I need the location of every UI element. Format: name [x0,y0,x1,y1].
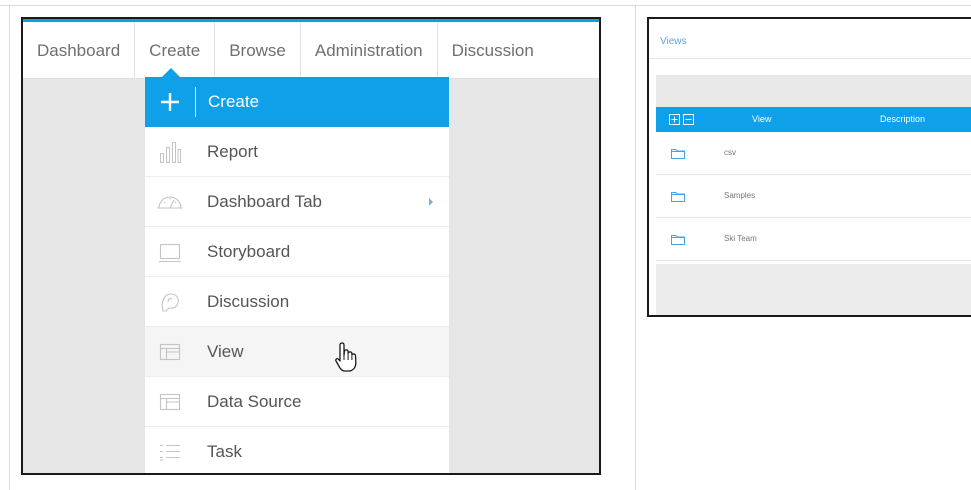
menu-item-discussion[interactable]: Discussion [145,277,449,327]
frame-top-border [0,5,971,6]
nav-create-pointer [162,68,180,77]
toolbar-band [656,75,971,107]
column-header-description[interactable]: Description [880,114,925,124]
views-table: View Description csv Samples Ski Team [656,107,971,261]
header-icons [669,114,694,125]
table-row[interactable]: Samples [656,175,971,218]
gauge-icon [145,177,195,227]
menu-item-view[interactable]: View [145,327,449,377]
menu-item-create[interactable]: Create [145,77,449,127]
menu-item-report[interactable]: Report [145,127,449,177]
menu-item-storyboard[interactable]: Storyboard [145,227,449,277]
views-header: Views [649,19,971,59]
menu-item-task[interactable]: Task [145,427,449,474]
menu-item-label: Report [207,141,259,161]
menu-item-label: Storyboard [207,241,291,261]
frame-left-border [9,5,10,490]
menu-item-label: Dashboard Tab [207,191,322,211]
row-name: Samples [724,191,756,200]
frame-column-divider [635,5,636,490]
create-dropdown-menu: Create Report Dashboard Tab Storyboard D… [145,77,449,474]
menu-item-label: Create [208,92,260,111]
plus-icon [145,77,195,127]
discussion-icon [145,277,195,327]
nav-browse[interactable]: Browse [215,22,301,79]
submenu-arrow-icon [429,198,433,206]
bar-chart-icon [145,127,195,177]
folder-icon [671,149,685,159]
table-header: View Description [656,107,971,132]
collapse-all-icon[interactable] [683,114,694,125]
menu-item-dashboard-tab[interactable]: Dashboard Tab [145,177,449,227]
page: Dashboard Create Browse Administration D… [0,0,971,490]
expand-all-icon[interactable] [669,114,680,125]
table-footer-band [656,264,971,315]
column-header-view[interactable]: View [752,114,771,124]
view-icon [145,327,195,377]
folder-icon [671,192,685,202]
views-title: Views [660,36,687,47]
nav-administration[interactable]: Administration [301,22,438,79]
row-name: Ski Team [724,234,757,243]
views-screenshot: Views View Description csv Samples Ski T… [647,17,971,317]
row-name: csv [724,148,736,157]
menu-item-label: Data Source [207,391,302,411]
table-row[interactable]: csv [656,132,971,175]
menu-item-data-source[interactable]: Data Source [145,377,449,427]
menu-item-label: Task [207,441,242,461]
menu-item-label: View [207,341,244,361]
main-nav: Dashboard Create Browse Administration D… [23,22,599,79]
nav-dashboard[interactable]: Dashboard [23,22,136,79]
menu-item-label: Discussion [207,291,290,311]
create-menu-screenshot: Dashboard Create Browse Administration D… [21,17,601,475]
nav-discussion[interactable]: Discussion [438,22,548,79]
table-row[interactable]: Ski Team [656,218,971,261]
folder-icon [671,235,685,245]
task-list-icon [145,427,195,474]
hand-pointer-icon [334,341,360,375]
data-source-icon [145,377,195,427]
storyboard-icon [145,227,195,277]
